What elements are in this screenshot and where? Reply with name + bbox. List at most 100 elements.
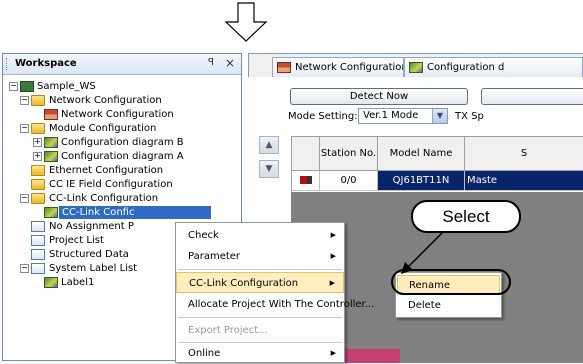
config-diagram-icon: [44, 151, 58, 162]
cell-model[interactable]: QJ61BT11N: [378, 171, 465, 191]
collapse-icon[interactable]: −: [9, 82, 18, 91]
menu-item-label: Allocate Project With The Controller...: [188, 299, 375, 310]
mode-setting-value: Ver.1 Mode: [363, 110, 419, 121]
tree-item-cc-link-config-selected[interactable]: CC-Link Confic: [3, 206, 239, 219]
network-config-icon: [44, 109, 58, 120]
system-label-icon: [31, 263, 45, 274]
config-diagram-icon: [44, 137, 58, 148]
menu-item-check[interactable]: Check ▶: [176, 225, 344, 246]
chevron-down-icon[interactable]: ▼: [432, 109, 447, 123]
tree-label: Project List: [49, 235, 104, 246]
workspace-icon: [20, 81, 34, 92]
detect-now-button[interactable]: Detect Now: [290, 88, 468, 105]
column-header-status[interactable]: S: [465, 137, 583, 171]
workspace-title-bar: Workspace ꟼ ×: [3, 54, 241, 75]
scroll-down-icon[interactable]: ▼: [259, 160, 279, 178]
tree-label: CC-Link Confic: [59, 206, 211, 219]
folder-icon: [31, 165, 45, 176]
select-callout: Select: [411, 200, 521, 233]
tree-item-module-configuration-folder[interactable]: − Module Configuration: [3, 122, 239, 135]
scroll-up-icon[interactable]: ▲: [259, 136, 279, 154]
tree-item-ethernet-configuration[interactable]: Ethernet Configuration: [3, 164, 239, 177]
menu-item-delete[interactable]: Delete: [397, 296, 500, 316]
menu-separator: [178, 269, 342, 270]
expand-icon[interactable]: +: [33, 152, 42, 161]
menu-item-label: Online: [188, 348, 221, 359]
tree-label: Ethernet Configuration: [49, 165, 164, 176]
row-icon-cell[interactable]: [292, 171, 320, 191]
tree-label: No Assignment P: [49, 221, 134, 232]
mode-setting-select[interactable]: Ver.1 Mode ▼: [358, 108, 448, 124]
tree-item-network-configuration[interactable]: Network Configuration: [3, 108, 239, 121]
tx-speed-label: TX Sp: [455, 111, 484, 122]
toolbar-button[interactable]: [481, 88, 583, 105]
scroll-control[interactable]: ▲ ▼: [259, 136, 279, 180]
status-strip: [344, 349, 400, 363]
cell-station[interactable]: 0/0: [320, 171, 378, 191]
cell-status[interactable]: Maste: [465, 171, 583, 191]
folder-icon: [31, 179, 45, 190]
tree-label: CC-Link Configuration: [49, 193, 159, 204]
label-icon: [44, 277, 58, 288]
collapse-icon[interactable]: −: [20, 124, 29, 133]
tree-item-network-configuration-folder[interactable]: − Network Configuration: [3, 94, 239, 107]
tree-item-cc-link-configuration-folder[interactable]: − CC-Link Configuration: [3, 192, 239, 205]
menu-item-allocate-project[interactable]: Allocate Project With The Controller...: [176, 294, 374, 315]
menu-item-label: Check: [188, 230, 219, 241]
menu-item-parameter[interactable]: Parameter ▶: [176, 246, 344, 267]
tree-label: Structured Data: [49, 249, 129, 260]
menu-item-cc-link-configuration[interactable]: CC-Link Configuration ▶: [176, 272, 344, 293]
column-header-model[interactable]: Model Name: [378, 137, 465, 171]
expand-icon[interactable]: +: [33, 138, 42, 147]
submenu-arrow-icon: ▶: [330, 349, 336, 357]
cclink-icon: [44, 207, 58, 218]
menu-item-label: CC-Link Configuration: [189, 278, 299, 289]
tree-label: Sample_WS: [37, 81, 96, 92]
folder-icon: [31, 123, 45, 134]
tree-label: Configuration diagram A: [61, 151, 184, 162]
pin-icon[interactable]: ꟼ: [208, 57, 214, 68]
tree-label: Module Configuration: [49, 123, 157, 134]
workspace-title: Workspace: [15, 58, 77, 69]
folder-icon: [31, 193, 45, 204]
menu-item-label: Export Project...: [188, 325, 268, 336]
tab-label: Network Configuration: [295, 62, 404, 73]
tab-network-configuration[interactable]: Network Configuration: [272, 57, 404, 77]
submenu-arrow-icon: ▶: [330, 231, 336, 239]
tree-label: Configuration diagram B: [61, 137, 184, 148]
submenu-arrow-icon: ▶: [330, 252, 336, 260]
collapse-icon[interactable]: −: [20, 264, 29, 273]
document-icon: [31, 235, 45, 246]
network-config-icon: [277, 62, 291, 73]
tree-item-cc-ie-field-configuration[interactable]: CC IE Field Configuration: [3, 178, 239, 191]
config-diagram-icon: [409, 62, 423, 73]
document-icon: [31, 221, 45, 232]
menu-separator: [178, 317, 342, 318]
context-menu: Check ▶ Parameter ▶ CC-Link Configuratio…: [175, 222, 374, 364]
down-arrow-icon: [224, 2, 268, 42]
tab-label: Configuration d: [427, 62, 505, 73]
tree-item-configuration-diagram-a[interactable]: + Configuration diagram A: [3, 150, 239, 163]
tree-item-configuration-diagram-b[interactable]: + Configuration diagram B: [3, 136, 239, 149]
close-icon[interactable]: ×: [225, 56, 235, 70]
folder-icon: [31, 95, 45, 106]
collapse-icon[interactable]: −: [20, 96, 29, 105]
callout-pointer-arrow: [401, 231, 444, 274]
collapse-icon[interactable]: −: [20, 194, 29, 203]
tab-configuration-diagram[interactable]: Configuration d: [404, 57, 583, 77]
document-icon: [31, 249, 45, 260]
grid-corner-header: [292, 137, 320, 171]
tree-label: CC IE Field Configuration: [49, 179, 173, 190]
tree-label: System Label List: [49, 263, 138, 274]
mode-setting-label: Mode Setting:: [288, 111, 358, 122]
tree-label: Network Configuration: [61, 109, 174, 120]
tree-label: Label1: [61, 277, 95, 288]
grip-icon[interactable]: [6, 58, 10, 70]
tree-item-sample-ws[interactable]: − Sample_WS: [3, 80, 239, 93]
menu-item-online[interactable]: Online ▶: [176, 343, 344, 364]
menu-item-export-project[interactable]: Export Project...: [176, 320, 344, 341]
menu-item-label: Parameter: [188, 251, 241, 262]
tree-label: Network Configuration: [49, 95, 162, 106]
column-header-station[interactable]: Station No.: [320, 137, 378, 171]
module-icon: [299, 176, 312, 184]
